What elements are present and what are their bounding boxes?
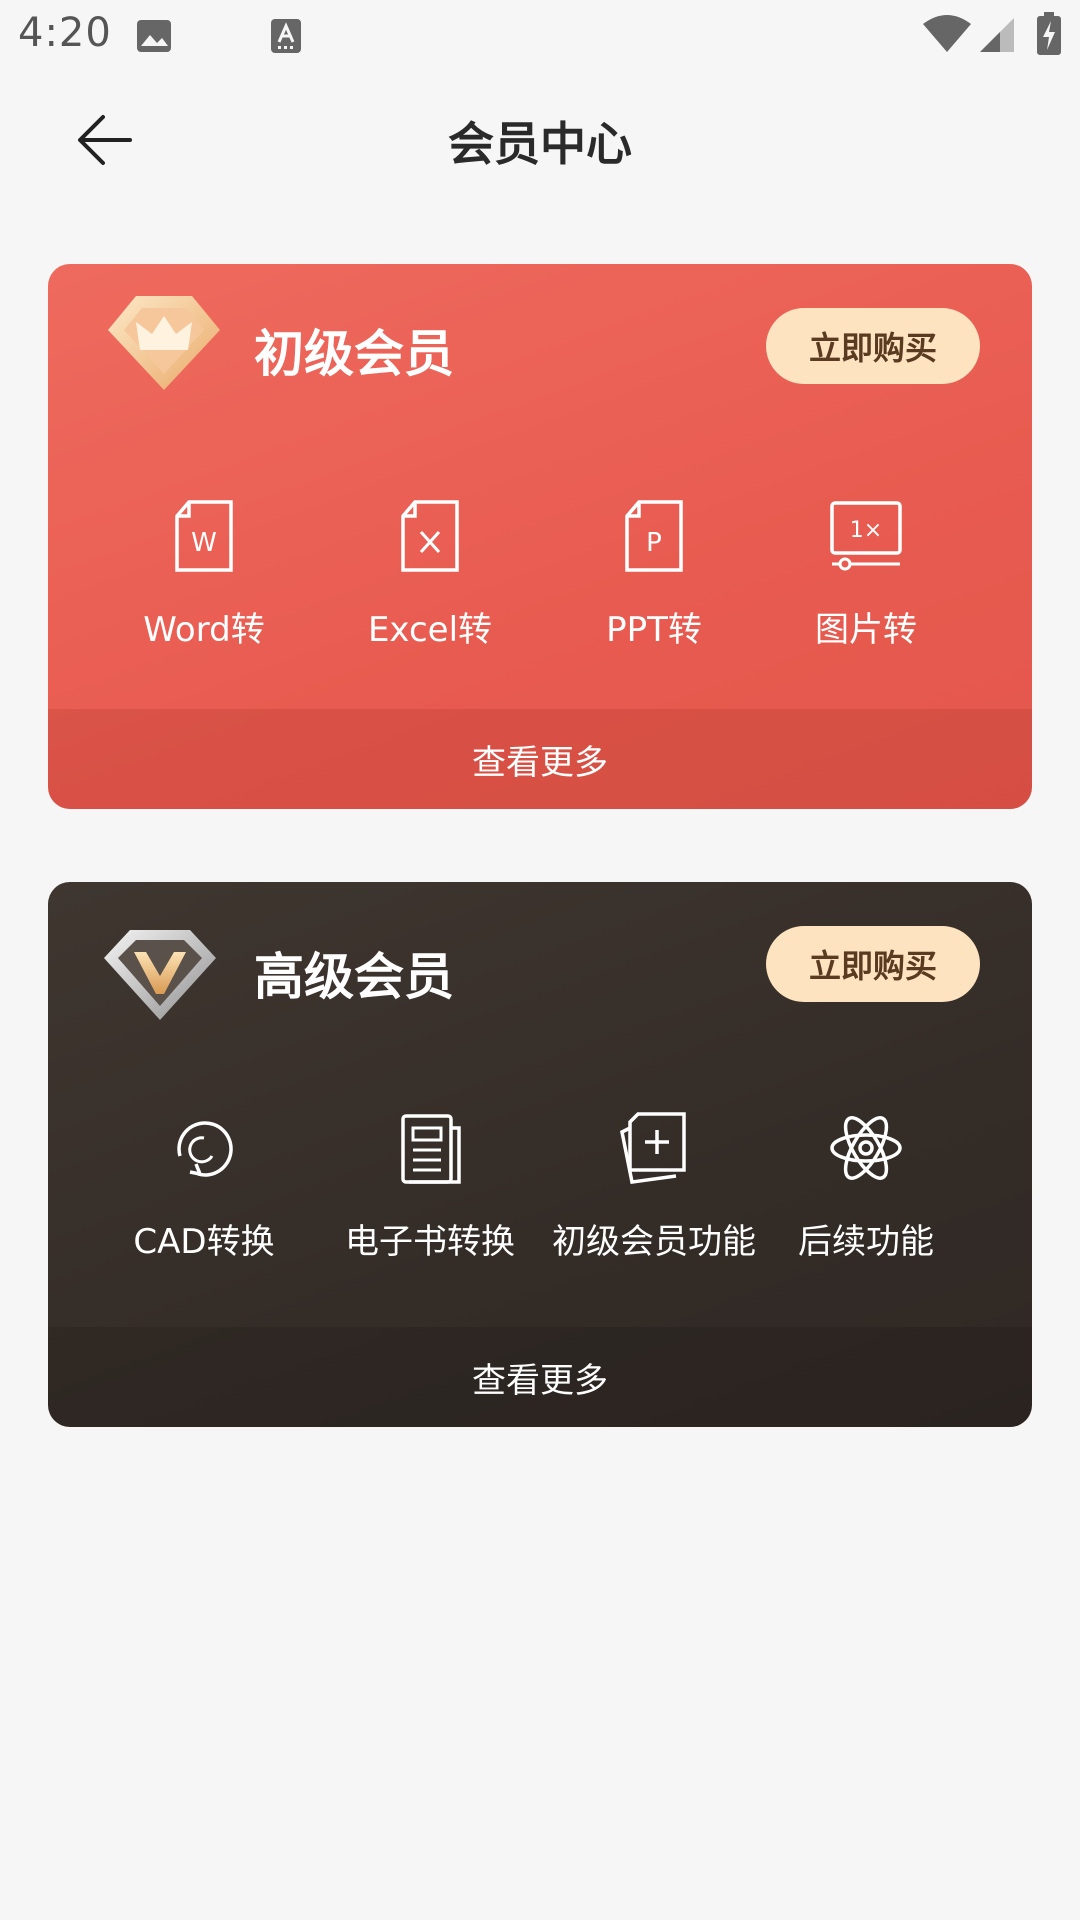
wifi-icon [922,14,972,58]
card-title: 高级会员 [254,948,454,1006]
battery-charging-icon [1036,12,1062,60]
diamond-crown-badge-icon [104,292,234,402]
feature-label: PPT转 [606,610,702,650]
feature-label: 电子书转换 [345,1222,515,1262]
diamond-v-badge-icon [100,924,230,1034]
excel-file-icon [390,496,470,576]
image-icon [135,18,173,58]
feature-label: Excel转 [367,610,493,650]
view-more-button[interactable]: 查看更多 [48,1327,1032,1427]
ebook-icon [390,1108,470,1188]
svg-text:W: W [191,528,217,558]
add-document-icon [614,1108,694,1188]
feature-ppt[interactable]: P PPT转 [500,496,808,656]
card-title: 初级会员 [254,325,454,383]
feature-ebook[interactable]: 电子书转换 [345,1108,515,1268]
feature-label: Word转 [143,610,265,650]
feature-label: 后续功能 [798,1222,934,1262]
feature-list: W Word转 Excel转 P PPT转 1× 图片转 [48,496,1032,656]
keyboard-a-icon [270,18,302,58]
atom-icon [826,1108,906,1188]
feature-label: 图片转 [815,610,917,650]
svg-text:P: P [646,528,662,558]
status-time: 4:20 [18,10,112,56]
premium-member-card: 高级会员 立即购买 CAD转换 电子书转换 初级会员功能 后续功能 查看更多 [48,882,1032,1427]
buy-now-button[interactable]: 立即购买 [766,926,980,1002]
status-bar: 4:20 [0,0,1080,72]
ppt-file-icon: P [614,496,694,576]
page-title: 会员中心 [448,117,632,171]
feature-image[interactable]: 1× 图片转 [808,496,924,656]
feature-label: 初级会员功能 [552,1222,756,1262]
feature-excel[interactable]: Excel转 [360,496,500,656]
image-screen-icon: 1× [826,496,906,576]
app-header: 会员中心 [0,72,1080,202]
svg-text:1×: 1× [850,518,882,543]
feature-word[interactable]: W Word转 [48,496,360,656]
feature-basic-functions[interactable]: 初级会员功能 [500,1108,808,1268]
signal-icon [978,16,1016,58]
feature-future[interactable]: 后续功能 [798,1108,934,1268]
view-more-button[interactable]: 查看更多 [48,709,1032,809]
buy-now-button[interactable]: 立即购买 [766,308,980,384]
refresh-icon [164,1108,244,1188]
feature-cad[interactable]: CAD转换 [48,1108,360,1268]
basic-member-card: 初级会员 立即购买 W Word转 Excel转 P PPT转 1× 图片转 查… [48,264,1032,809]
word-file-icon: W [164,496,244,576]
feature-list: CAD转换 电子书转换 初级会员功能 后续功能 [48,1108,1032,1268]
feature-label: CAD转换 [133,1222,275,1262]
